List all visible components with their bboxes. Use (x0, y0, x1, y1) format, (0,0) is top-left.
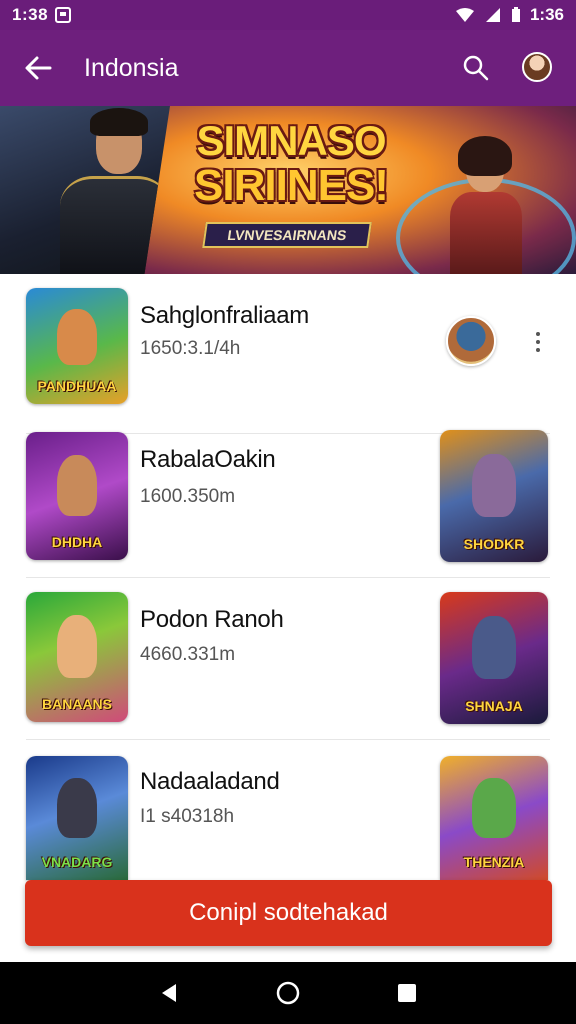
game-meta: 1600.350m (140, 486, 236, 507)
banner-hero-right (420, 136, 550, 274)
more-vertical-icon (536, 332, 540, 336)
status-bar: 1:38 1:36 (0, 0, 576, 30)
banner-tagline: LVNVESAIRNANS (202, 222, 372, 248)
game-thumbnail-secondary[interactable]: SHODKR (440, 430, 548, 562)
app-bar: Indonsia (0, 30, 576, 106)
game-thumbnail[interactable]: DHDHA (26, 432, 128, 560)
list-item[interactable]: DHDHA RabalaOakin 1600.350m SHODKR (0, 416, 576, 578)
nav-back-button[interactable] (149, 973, 189, 1013)
game-title: Sahglonfraliaam (140, 302, 309, 329)
banner-hero-left (0, 106, 170, 274)
notification-icon (55, 7, 72, 23)
profile-avatar[interactable] (522, 52, 552, 82)
primary-action-button[interactable]: Conipl sodtehakad (25, 880, 552, 946)
game-title: Podon Ranoh (140, 606, 284, 633)
banner-title-line1: SIMNASO (196, 117, 386, 164)
search-icon (463, 55, 489, 81)
game-thumbnail[interactable]: BANAANS (26, 592, 128, 722)
game-title: Nadaaladand (140, 768, 280, 795)
nav-recents-button[interactable] (387, 973, 427, 1013)
arrow-left-icon (25, 56, 52, 80)
list-item[interactable]: BANAANS Podon Ranoh 4660.331m SHNAJA (0, 578, 576, 740)
signal-icon (485, 8, 500, 22)
list-item[interactable]: PANDHUAA Sahglonfraliaam 1650:3.1/4h (0, 274, 576, 434)
game-meta: 1650:3.1/4h (140, 338, 241, 359)
game-thumbnail-secondary[interactable]: SHNAJA (440, 592, 548, 724)
promo-banner[interactable]: SIMNASO SIRIINES! LVNVESAIRNANS (0, 106, 576, 274)
circle-home-icon (276, 981, 300, 1005)
battery-icon (511, 7, 520, 22)
player-avatar[interactable] (446, 316, 496, 366)
wifi-icon (455, 8, 474, 22)
status-battery-text: 1:36 (529, 5, 564, 24)
more-options-button[interactable] (526, 330, 550, 354)
game-meta: I1 s40318h (140, 806, 235, 827)
triangle-back-icon (162, 984, 177, 1002)
page-title: Indonsia (84, 53, 179, 82)
banner-title-line2: SIRIINES! (194, 161, 389, 210)
game-meta: 4660.331m (140, 644, 236, 665)
game-thumbnail-secondary[interactable]: THENZIA (440, 756, 548, 880)
game-title: RabalaOakin (140, 446, 276, 473)
list-item[interactable]: VNADARG Nadaaladand I1 s40318h THENZIA (0, 740, 576, 880)
square-recents-icon (397, 984, 416, 1002)
back-button[interactable] (0, 30, 76, 106)
game-thumbnail[interactable]: VNADARG (26, 756, 128, 880)
game-thumbnail[interactable]: PANDHUAA (26, 288, 128, 404)
nav-home-button[interactable] (268, 973, 308, 1013)
status-time: 1:38 (12, 5, 49, 24)
search-button[interactable] (456, 48, 496, 88)
system-nav-bar (0, 962, 576, 1024)
